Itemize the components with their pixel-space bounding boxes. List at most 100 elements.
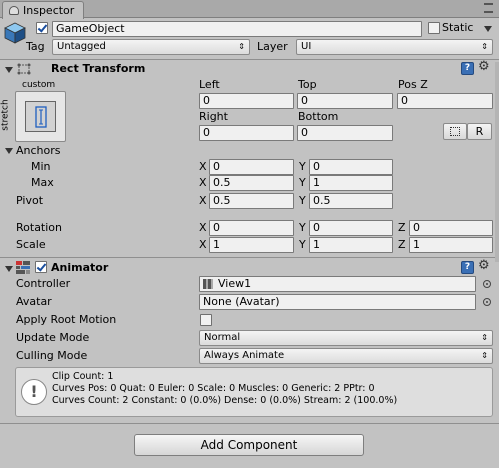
static-label: Static: [442, 21, 474, 34]
tab-inspector-label: Inspector: [23, 4, 75, 17]
pivot-label: Pivot: [16, 194, 44, 207]
scrollbar-track[interactable]: [495, 62, 499, 262]
blueprint-mode-button[interactable]: [443, 123, 467, 140]
animator-enabled-checkbox[interactable]: [35, 261, 47, 273]
bottom-field[interactable]: 0: [297, 125, 393, 141]
min-label: Min: [31, 160, 51, 173]
top-header: Top: [298, 78, 317, 91]
chevron-updown-icon: ⇕: [481, 333, 488, 342]
add-component-button[interactable]: Add Component: [134, 434, 364, 456]
anchors-label: Anchors: [16, 144, 61, 157]
gameobject-name-field[interactable]: GameObject: [52, 21, 422, 37]
pivot-y-field[interactable]: 0.5: [309, 193, 393, 209]
right-field[interactable]: 0: [199, 125, 294, 141]
culling-mode-dropdown[interactable]: Always Animate ⇕: [199, 348, 493, 364]
anchor-preset-label: custom: [22, 80, 56, 90]
rotation-y-field[interactable]: 0: [309, 220, 393, 236]
gear-icon[interactable]: ⚙: [478, 258, 490, 273]
animator-foldout-icon[interactable]: [5, 266, 13, 272]
culling-mode-value: Always Animate: [204, 350, 285, 361]
tag-dropdown[interactable]: Untagged ⇕: [52, 39, 250, 55]
divider: [0, 257, 499, 258]
chevron-updown-icon: ⇕: [238, 42, 245, 51]
right-header: Right: [199, 110, 228, 123]
pivot-x-axis-label: X: [199, 194, 207, 207]
tab-inspector[interactable]: Inspector: [2, 1, 84, 19]
posz-field[interactable]: 0: [397, 93, 493, 109]
animator-icon: [16, 261, 30, 274]
rotation-label: Rotation: [16, 221, 63, 234]
tag-label: Tag: [26, 40, 45, 53]
divider: [0, 59, 499, 60]
gameobject-active-checkbox[interactable]: [36, 22, 48, 34]
bottom-header: Bottom: [298, 110, 339, 123]
max-y-axis-label: Y: [299, 176, 306, 189]
controller-label: Controller: [16, 277, 71, 290]
layer-label: Layer: [257, 40, 288, 53]
animator-title: Animator: [51, 261, 109, 274]
object-picker-icon[interactable]: [483, 280, 491, 288]
rotation-x-axis-label: X: [199, 221, 207, 234]
max-label: Max: [31, 176, 54, 189]
rect-transform-icon: [16, 62, 32, 76]
static-checkbox[interactable]: [428, 22, 440, 34]
avatar-field[interactable]: None (Avatar): [199, 294, 476, 310]
pivot-x-field[interactable]: 0.5: [209, 193, 294, 209]
rect-transform-title: Rect Transform: [51, 62, 146, 75]
rotation-z-field[interactable]: 0: [409, 220, 493, 236]
left-header: Left: [199, 78, 220, 91]
min-x-axis-label: X: [199, 160, 207, 173]
controller-value: View1: [218, 277, 252, 290]
object-picker-icon[interactable]: [483, 298, 491, 306]
info-line-1: Clip Count: 1: [52, 371, 114, 382]
scale-label: Scale: [16, 238, 46, 251]
layer-dropdown[interactable]: UI ⇕: [296, 39, 493, 55]
apply-root-motion-label: Apply Root Motion: [16, 313, 117, 326]
inspector-icon: [9, 6, 19, 15]
panel-menu-icon[interactable]: [484, 3, 493, 13]
tag-value: Untagged: [57, 41, 106, 52]
chevron-updown-icon: ⇕: [481, 351, 488, 360]
info-line-3: Curves Count: 2 Constant: 0 (0.0%) Dense…: [52, 395, 398, 406]
rotation-y-axis-label: Y: [299, 221, 306, 234]
min-y-axis-label: Y: [299, 160, 306, 173]
anchor-preset-side-label: stretch: [0, 99, 11, 131]
info-line-2: Curves Pos: 0 Quat: 0 Euler: 0 Scale: 0 …: [52, 383, 375, 394]
posz-header: Pos Z: [398, 78, 428, 91]
left-field[interactable]: 0: [199, 93, 294, 109]
info-icon: !: [21, 379, 47, 405]
controller-field[interactable]: View1: [199, 276, 476, 292]
max-x-axis-label: X: [199, 176, 207, 189]
max-x-field[interactable]: 0.5: [209, 175, 294, 191]
scale-y-field[interactable]: 1: [309, 237, 393, 253]
help-icon[interactable]: ?: [461, 62, 474, 75]
top-field[interactable]: 0: [297, 93, 393, 109]
rect-transform-foldout-icon[interactable]: [5, 67, 13, 73]
anchor-preset-button[interactable]: [15, 91, 66, 142]
max-y-field[interactable]: 1: [309, 175, 393, 191]
animator-controller-icon: [203, 279, 213, 289]
layer-value: UI: [301, 41, 312, 52]
update-mode-label: Update Mode: [16, 331, 90, 344]
apply-root-motion-checkbox[interactable]: [200, 314, 212, 326]
help-icon[interactable]: ?: [461, 261, 474, 274]
gameobject-icon: [4, 22, 26, 44]
dotted-square-icon: [450, 127, 460, 136]
scale-y-axis-label: Y: [299, 238, 306, 251]
avatar-label: Avatar: [16, 295, 52, 308]
raw-edit-button[interactable]: R: [467, 123, 492, 140]
update-mode-dropdown[interactable]: Normal ⇕: [199, 330, 493, 346]
divider: [0, 423, 499, 424]
anchors-foldout-icon[interactable]: [5, 148, 13, 154]
stretch-vertical-icon: [35, 106, 47, 128]
culling-mode-label: Culling Mode: [16, 349, 88, 362]
static-dropdown-arrow-icon[interactable]: [484, 26, 492, 32]
rotation-x-field[interactable]: 0: [209, 220, 294, 236]
gear-icon[interactable]: ⚙: [478, 59, 490, 74]
min-x-field[interactable]: 0: [209, 159, 294, 175]
scale-z-axis-label: Z: [398, 238, 406, 251]
min-y-field[interactable]: 0: [309, 159, 393, 175]
animator-info-box: ! Clip Count: 1 Curves Pos: 0 Quat: 0 Eu…: [15, 367, 493, 417]
scale-z-field[interactable]: 1: [409, 237, 493, 253]
scale-x-field[interactable]: 1: [209, 237, 294, 253]
